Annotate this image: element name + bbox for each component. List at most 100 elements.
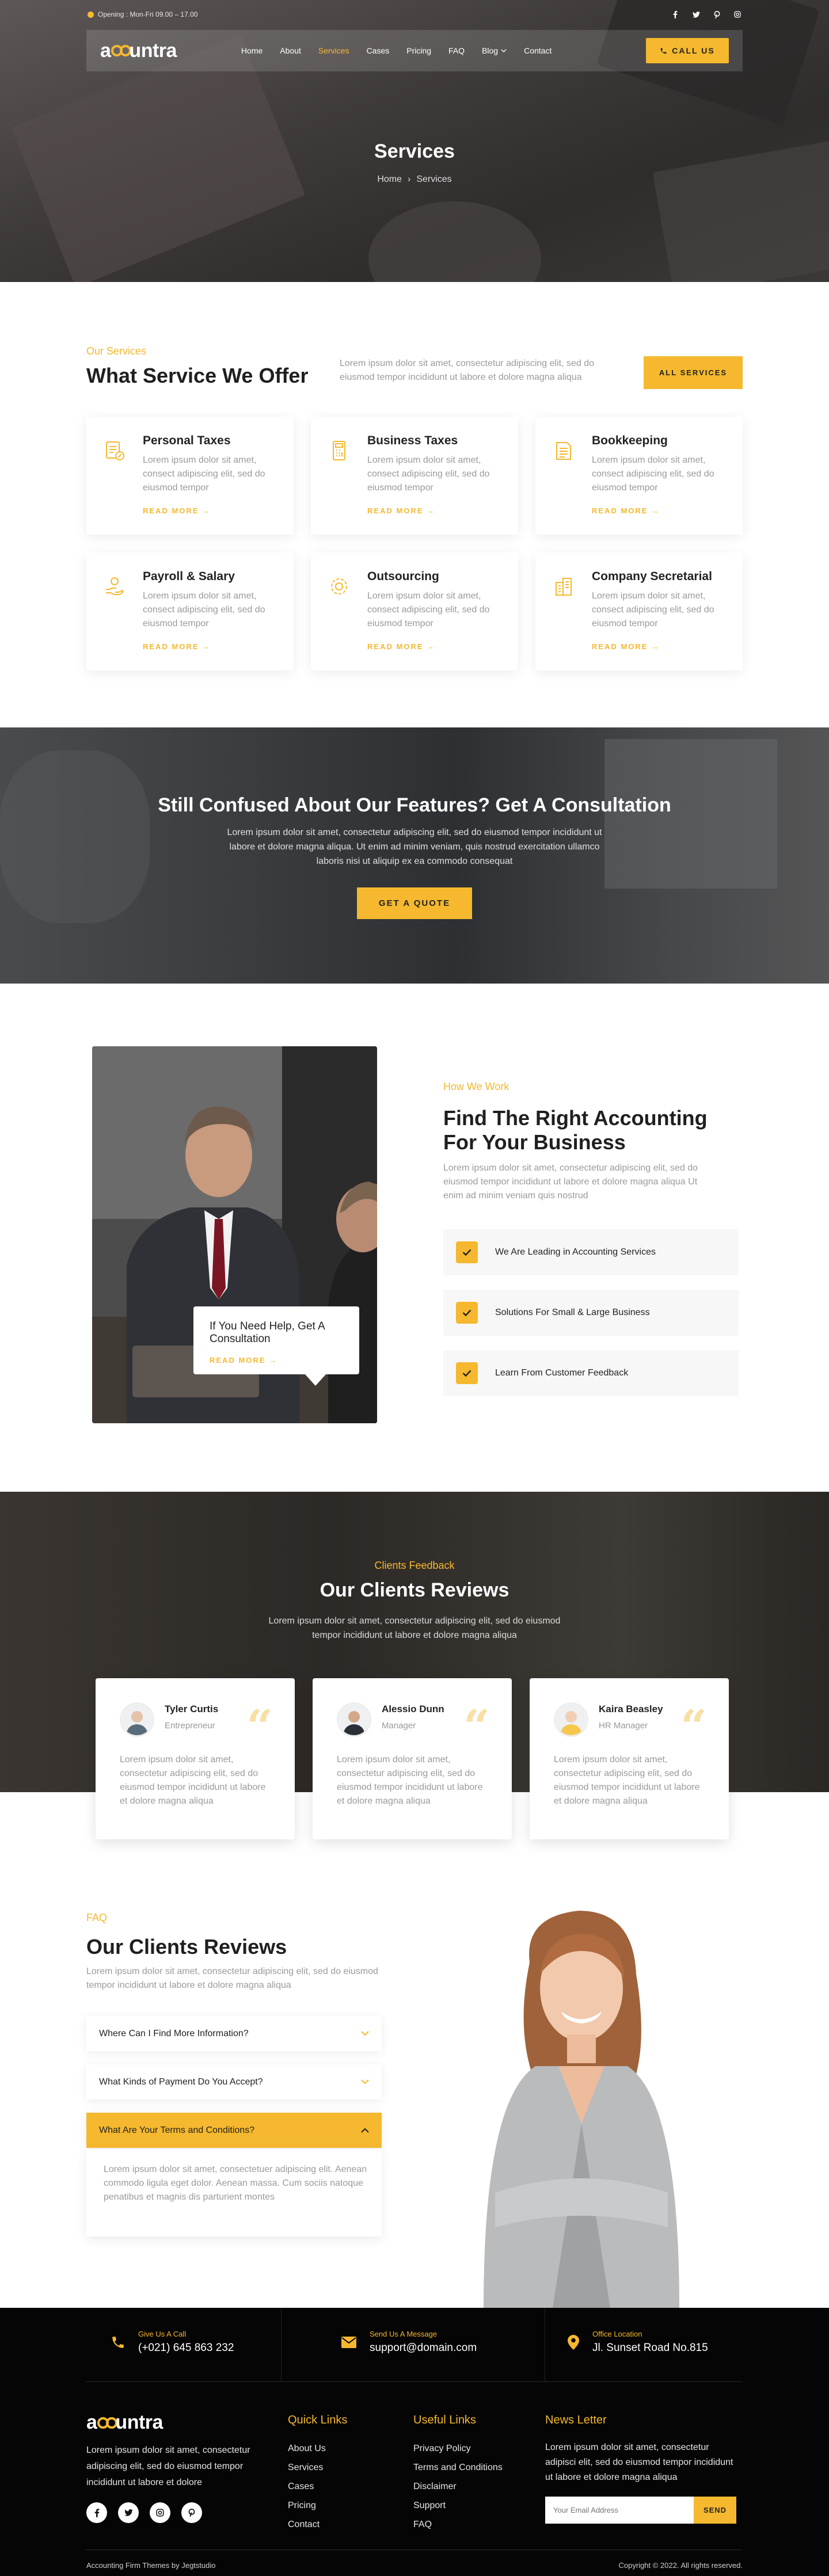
consultation-title: Still Confused About Our Features? Get A… [158, 794, 671, 816]
service-card-text: Lorem ipsum dolor sit amet, consect adip… [367, 455, 490, 493]
hero-section: Opening : Mon-Fri 09.00 – 17.00 a untra H… [0, 0, 829, 282]
pinterest-icon[interactable] [181, 2502, 202, 2523]
breadcrumb-separator-icon: › [408, 174, 411, 184]
newsletter-form: SEND [545, 2497, 736, 2524]
twitter-icon[interactable] [692, 10, 700, 18]
instagram-icon[interactable] [733, 10, 741, 18]
service-card-title: Payroll & Salary [143, 570, 235, 583]
how-text: Lorem ipsum dolor sit amet, consectetur … [443, 1163, 698, 1201]
faq-question[interactable]: What Kinds of Payment Do You Accept? [86, 2064, 382, 2099]
newsletter-send-button[interactable]: SEND [694, 2497, 736, 2524]
footer-link[interactable]: Support [413, 2496, 503, 2515]
help-read-more-link[interactable]: READ MORE → [210, 1356, 277, 1365]
all-services-button[interactable]: ALL SERVICES [644, 356, 743, 389]
nav-item-blog[interactable]: Blog [482, 46, 507, 55]
building-icon [553, 576, 575, 597]
newsletter-email-input[interactable] [545, 2497, 694, 2524]
service-card-title: Personal Taxes [143, 434, 231, 447]
service-card-text: Lorem ipsum dolor sit amet, consect adip… [367, 591, 490, 628]
twitter-icon[interactable] [118, 2502, 139, 2523]
service-card[interactable]: Outsourcing Lorem ipsum dolor sit amet, c… [311, 552, 518, 670]
avatar [120, 1702, 154, 1737]
consultation-text: Lorem ipsum dolor sit amet, consectetur … [227, 828, 602, 866]
service-card[interactable]: Bookkeeping Lorem ipsum dolor sit amet, c… [535, 417, 743, 535]
nav-item-contact[interactable]: Contact [524, 46, 552, 55]
contact-item: Office Location Jl. Sunset Road No.815 [567, 2330, 708, 2354]
contact-label: Office Location [592, 2330, 642, 2338]
useful-links: Privacy Policy Terms and Conditions Discla… [413, 2439, 503, 2534]
service-read-more-link[interactable]: READ MORE → [367, 506, 435, 515]
reviewer-name: Alessio Dunn [382, 1704, 444, 1714]
services-description: Lorem ipsum dolor sit amet, consectetur … [340, 359, 594, 382]
footer-link[interactable]: Cases [288, 2477, 326, 2496]
clock-icon [88, 11, 94, 18]
call-us-button[interactable]: CALL US [646, 38, 729, 63]
service-card[interactable]: Personal Taxes Lorem ipsum dolor sit amet… [86, 417, 294, 535]
reviewer-role: Entrepreneur [165, 1721, 215, 1731]
footer-link[interactable]: Contact [288, 2515, 326, 2534]
footer-link[interactable]: About Us [288, 2439, 326, 2458]
ledger-icon [553, 440, 575, 462]
logo-text-end: untra [129, 39, 177, 62]
faq-question[interactable]: Where Can I Find More Information? [86, 2016, 382, 2051]
service-card-title: Business Taxes [367, 434, 458, 447]
nav-item-faq[interactable]: FAQ [448, 46, 465, 55]
faq-question[interactable]: What Are Your Terms and Conditions? [86, 2113, 382, 2148]
contact-value[interactable]: support@domain.com [370, 2342, 477, 2354]
mail-icon [341, 2336, 357, 2349]
reviewer-name: Tyler Curtis [165, 1704, 219, 1714]
chevron-down-icon [361, 2031, 369, 2036]
service-read-more-link[interactable]: READ MORE → [592, 506, 660, 515]
nav-item-home[interactable]: Home [241, 46, 263, 55]
footer-socials [86, 2502, 202, 2523]
service-card-text: Lorem ipsum dolor sit amet, consect adip… [592, 455, 714, 493]
footer-logo[interactable]: a untra [86, 2411, 163, 2434]
arrow-right-icon: → [648, 642, 660, 651]
reviews-eyebrow: Clients Feedback [374, 1560, 455, 1571]
footer-link[interactable]: FAQ [413, 2515, 503, 2534]
service-card-text: Lorem ipsum dolor sit amet, consect adip… [143, 455, 265, 493]
quick-links-title: Quick Links [288, 2414, 348, 2426]
facebook-icon[interactable] [671, 10, 679, 18]
faq-title: Our Clients Reviews [86, 1935, 287, 1958]
checklist-item: Solutions For Small & Large Business [443, 1290, 739, 1336]
help-callout-title: If You Need Help, Get A Consultation [210, 1320, 325, 1345]
pinterest-icon[interactable] [713, 10, 721, 18]
review-text: Lorem ipsum dolor sit amet, consectetur … [337, 1755, 483, 1806]
nav-item-cases[interactable]: Cases [367, 46, 390, 55]
service-read-more-link[interactable]: READ MORE → [367, 642, 435, 651]
breadcrumb-home[interactable]: Home [377, 174, 402, 185]
reviewer-role: HR Manager [599, 1721, 648, 1731]
review-card: Kaira Beasley HR Manager “Lorem ipsum dolo… [530, 1678, 729, 1839]
service-card[interactable]: Business Taxes Lorem ipsum dolor sit amet… [311, 417, 518, 535]
footer-link[interactable]: Pricing [288, 2496, 326, 2515]
service-read-more-link[interactable]: READ MORE → [592, 642, 660, 651]
footer-link[interactable]: Terms and Conditions [413, 2458, 503, 2477]
get-quote-button[interactable]: GET A QUOTE [357, 887, 472, 919]
chevron-down-icon [361, 2079, 369, 2085]
faq-eyebrow: FAQ [86, 1912, 108, 1923]
main-nav: a untra Home About Services Cases Pricing… [86, 30, 743, 71]
nav-item-about[interactable]: About [280, 46, 301, 55]
footer-link[interactable]: Privacy Policy [413, 2439, 503, 2458]
nav-item-services[interactable]: Services [318, 46, 349, 55]
help-callout: If You Need Help, Get A Consultation REA… [193, 1306, 359, 1374]
faq-question-label: Where Can I Find More Information? [99, 2028, 249, 2038]
footer-link[interactable]: Services [288, 2458, 326, 2477]
service-card[interactable]: Company Secretarial Lorem ipsum dolor sit… [535, 552, 743, 670]
contact-value[interactable]: (+021) 645 863 232 [138, 2342, 234, 2354]
checklist-label: Learn From Customer Feedback [495, 1368, 629, 1378]
service-card[interactable]: Payroll & Salary Lorem ipsum dolor sit am… [86, 552, 294, 670]
footer-link[interactable]: Disclaimer [413, 2477, 503, 2496]
brand-logo[interactable]: a untra [100, 40, 177, 62]
service-read-more-link[interactable]: READ MORE → [143, 642, 211, 651]
calculator-icon [328, 440, 350, 462]
facebook-icon[interactable] [86, 2502, 107, 2523]
review-text: Lorem ipsum dolor sit amet, consectetur … [120, 1755, 266, 1806]
contact-text: Office Location Jl. Sunset Road No.815 [592, 2330, 708, 2354]
nav-item-pricing[interactable]: Pricing [406, 46, 431, 55]
nav-menu: Home About Services Cases Pricing FAQ Bl… [241, 46, 552, 55]
help-read-more-label: READ MORE [210, 1356, 266, 1365]
service-read-more-link[interactable]: READ MORE → [143, 506, 211, 515]
instagram-icon[interactable] [150, 2502, 170, 2523]
